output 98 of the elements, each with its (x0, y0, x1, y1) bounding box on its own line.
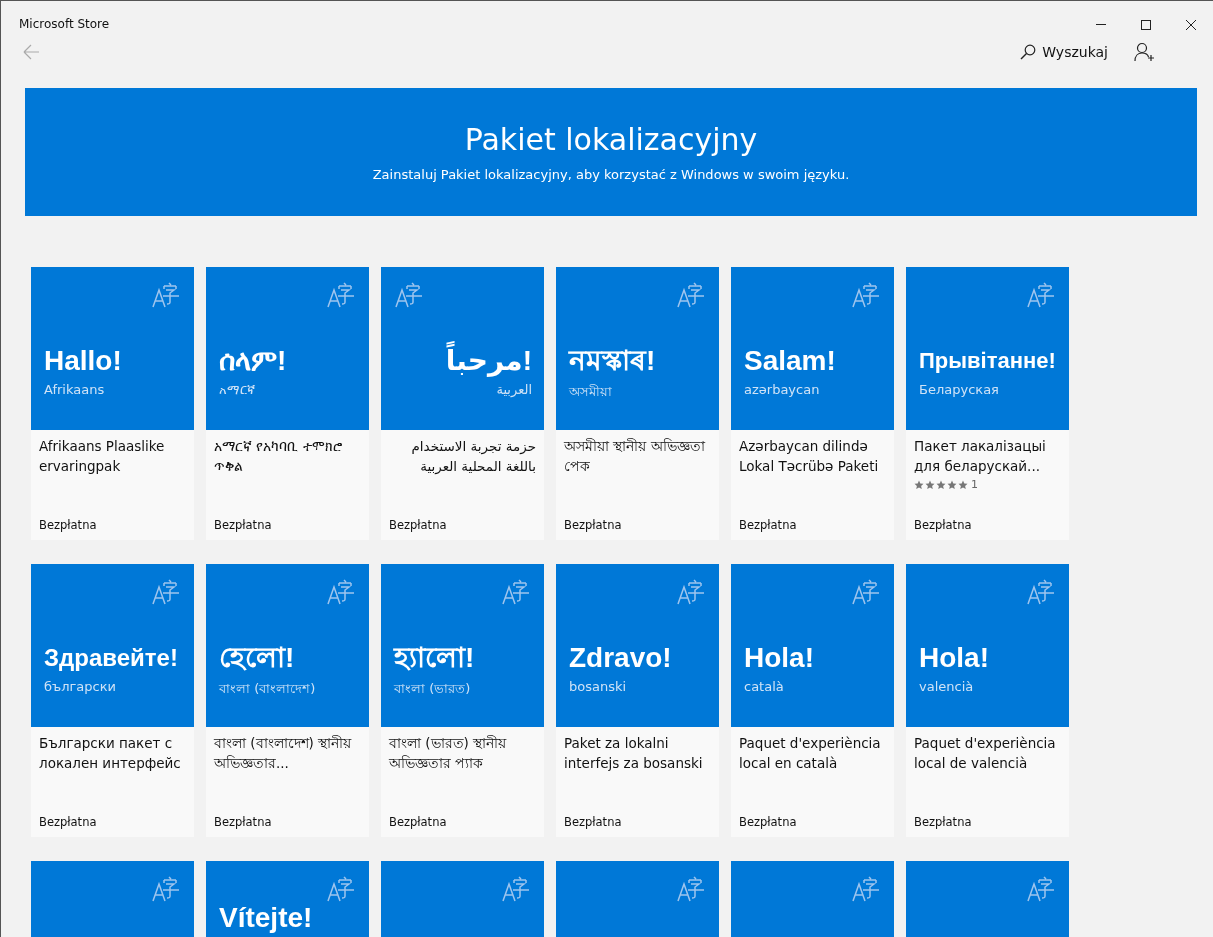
translate-icon (502, 874, 530, 902)
search-button[interactable]: Wyszukaj (1016, 42, 1112, 62)
price-label: Bezpłatna (214, 815, 273, 829)
price-label: Bezpłatna (389, 518, 448, 532)
app-tile[interactable]: Hola! valencià Paquet d'experiència local de valencià Bezpłatna (906, 564, 1069, 837)
search-icon (1020, 44, 1037, 60)
app-name: বাংলা (ভারত) স্থানীয় অভিজ্ঞতার প্যাক (389, 734, 508, 773)
greeting-text: Hola! (919, 641, 989, 675)
star-icon (947, 479, 957, 490)
rating-count: 1 (971, 478, 978, 491)
greeting-text: Zdravo! (569, 641, 672, 675)
maximize-icon (1139, 19, 1152, 31)
translate-icon (327, 280, 355, 308)
app-name: বাংলা (বাংলাদেশ) স্থানীয় অভিজ্ঞতার... (214, 734, 353, 773)
greeting-text: Hallo! (44, 344, 122, 378)
price-label: Bezpłatna (914, 518, 973, 532)
greeting-text: Vítejte! (219, 901, 313, 935)
translate-icon (677, 280, 705, 308)
translate-icon (152, 874, 180, 902)
app-name: Пакет лакалізацыі для беларускай... (914, 437, 1047, 476)
translate-icon (1027, 577, 1055, 605)
greeting-text: Salam! (744, 344, 836, 378)
app-name: অসমীয়া স্থানীয় অভিজ্ঞতা পেক (564, 437, 707, 476)
app-name: Paquet d'experiència local de valencià (914, 734, 1057, 773)
translate-icon (852, 577, 880, 605)
star-icon (958, 479, 968, 490)
app-name: Paket za lokalni interfejs za bosanski (564, 734, 704, 773)
app-tile[interactable] (731, 861, 894, 937)
banner-title: Pakiet lokalizacyjny (464, 122, 758, 157)
translate-icon (1027, 874, 1055, 902)
translate-icon (677, 874, 705, 902)
banner-subtitle: Zainstaluj Pakiet lokalizacyjny, aby korzystać z Windows w swoim języku. (372, 167, 850, 182)
translate-icon (152, 280, 180, 308)
app-tile[interactable]: Zdravo! bosanski Paket za lokalni interfejs za bosanski Bezpłatna (556, 564, 719, 837)
app-tile[interactable] (556, 861, 719, 937)
greeting-text: নমস্কাৰ! (569, 344, 656, 378)
language-name: Беларуская (919, 382, 999, 397)
app-tile[interactable]: নমস্কাৰ! অসমীয়া অসমীয়া স্থানীয় অভিজ্ঞতা পেক Bezpłatna (556, 267, 719, 540)
language-name: العربية (496, 382, 532, 397)
account-icon[interactable] (1134, 42, 1155, 62)
language-name: български (44, 679, 116, 694)
app-tile[interactable] (906, 861, 1069, 937)
translate-icon (327, 577, 355, 605)
app-tile[interactable] (381, 861, 544, 937)
app-name: Afrikaans Plaaslike ervaringpak (39, 437, 166, 476)
app-tile[interactable]: Salam! azərbaycan Azərbaycan dilində Lokal Təcrübə Paketi Bezpłatna (731, 267, 894, 540)
translate-icon (502, 577, 530, 605)
language-name: አማርኛ (219, 382, 255, 398)
app-tile[interactable] (31, 861, 194, 937)
language-name: valencià (919, 679, 974, 694)
translate-icon (152, 577, 180, 605)
price-label: Bezpłatna (389, 815, 448, 829)
language-name: bosanski (569, 679, 627, 694)
greeting-text: হ্যালো! (394, 641, 475, 675)
language-name: অসমীয়া (569, 383, 612, 401)
star-icon (936, 479, 946, 490)
app-tile[interactable]: Vítejte! (206, 861, 369, 937)
language-name: Afrikaans (44, 382, 105, 397)
price-label: Bezpłatna (564, 815, 623, 829)
greeting-text: Здравейте! (44, 643, 178, 673)
star-icon (914, 479, 924, 490)
back-icon[interactable] (23, 44, 40, 60)
language-name: català (744, 679, 784, 694)
app-tile[interactable]: Hola! català Paquet d'experiència local en català Bezpłatna (731, 564, 894, 837)
app-name: አማርኛ የአካባቢ ተሞክሮ ጥቅል (214, 437, 343, 476)
app-tile[interactable]: হেলো! বাংলা (বাংলাদেশ) বাংলা (বাংলাদেশ) স্থানীয় অভিজ্ঞতার... Bezpłatna (206, 564, 369, 837)
star-icon (925, 479, 935, 490)
price-label: Bezpłatna (914, 815, 973, 829)
price-label: Bezpłatna (564, 518, 623, 532)
app-name: Azərbaycan dilində Lokal Təcrübə Paketi (739, 437, 880, 476)
app-tile[interactable]: Прывітанне! Беларуская Пакет лакалізацыі для беларускай... 1 Bezpłatna (906, 267, 1069, 540)
translate-icon (677, 577, 705, 605)
language-name: azərbaycan (744, 382, 820, 397)
app-name: Paquet d'experiència local en català (739, 734, 882, 773)
app-tile[interactable]: ሰላም! አማርኛ አማርኛ የአካባቢ ተሞክሮ ጥቅል Bezpłatna (206, 267, 369, 540)
greeting-text: Прывітанне! (919, 347, 1056, 375)
translate-icon (327, 874, 355, 902)
window-title: Microsoft Store (19, 16, 111, 31)
price-label: Bezpłatna (39, 518, 98, 532)
language-name: বাংলা (বাংলাদেশ) (219, 680, 316, 698)
app-name: حزمة تجربة الاستخدام باللغة المحلية العربية (410, 437, 536, 476)
translate-icon (1027, 280, 1055, 308)
close-icon (1184, 19, 1197, 31)
language-name: বাংলা (ভারত) (394, 680, 471, 698)
translate-icon (852, 280, 880, 308)
app-name: Български пакет с локален интерфейс (39, 734, 182, 773)
greeting-text: হেলো! (219, 641, 295, 675)
greeting-text: ሰላም! (219, 344, 287, 378)
app-tile[interactable]: Здравейте! български Български пакет с локален интерфейс Bezpłatna (31, 564, 194, 837)
greeting-text: Hola! (744, 641, 814, 675)
app-tile[interactable]: হ্যালো! বাংলা (ভারত) বাংলা (ভারত) স্থানীয় অভিজ্ঞতার প্যাক Bezpłatna (381, 564, 544, 837)
app-tile[interactable]: Hallo! Afrikaans Afrikaans Plaaslike ervaringpak Bezpłatna (31, 267, 194, 540)
translate-icon (852, 874, 880, 902)
price-label: Bezpłatna (39, 815, 98, 829)
translate-icon (395, 280, 423, 308)
price-label: Bezpłatna (739, 815, 798, 829)
price-label: Bezpłatna (739, 518, 798, 532)
price-label: Bezpłatna (214, 518, 273, 532)
